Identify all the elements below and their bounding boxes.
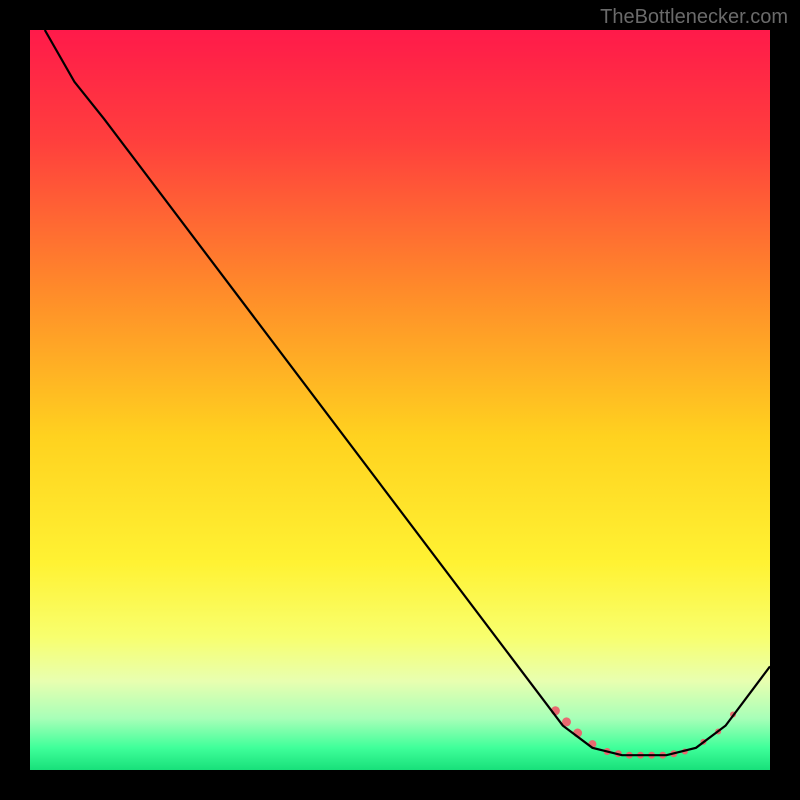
- watermark-text: TheBottlenecker.com: [600, 6, 788, 29]
- chart-svg: [30, 30, 770, 770]
- gradient-background: [30, 30, 770, 770]
- chart-frame: [30, 30, 770, 770]
